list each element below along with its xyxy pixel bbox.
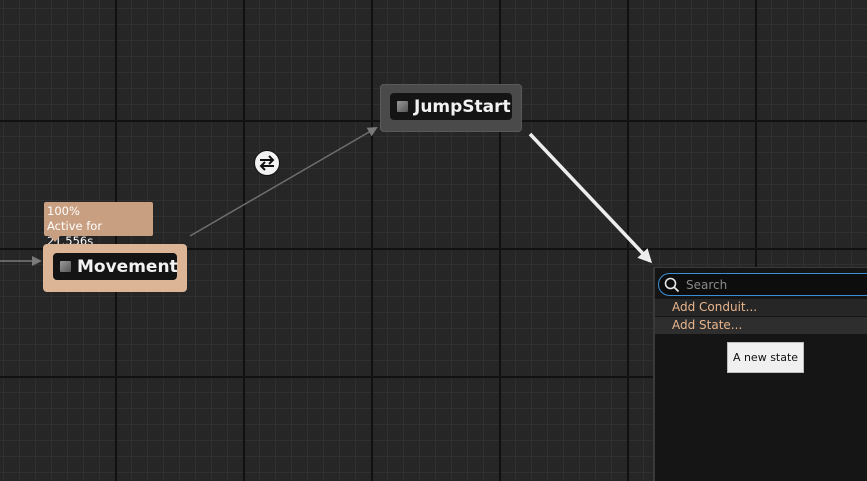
search-icon [664,277,680,293]
state-node-label: Movement [77,256,178,277]
state-node-jumpstart[interactable]: JumpStart [380,84,522,132]
menu-item-tooltip: A new state [727,342,804,373]
state-node-movement[interactable]: Movement [43,244,187,292]
state-node-icon [397,101,408,112]
state-machine-graph[interactable]: JumpStart 100% Active for 21.556s Moveme… [0,0,867,481]
search-box[interactable] [658,273,867,296]
state-node-label: JumpStart [414,96,511,117]
menu-item-add-conduit[interactable]: Add Conduit... [655,299,867,316]
menu-item-add-state[interactable]: Add State... [655,317,867,334]
movement-to-jumpstart-wire[interactable] [189,126,378,237]
state-weight-text: 100% [47,204,80,218]
search-input[interactable] [686,276,866,293]
graph-context-menu: Add Conduit... Add State... A new state [653,267,867,481]
state-node-body: JumpStart [390,93,512,120]
state-node-icon [60,261,71,272]
dragged-transition-wire [528,132,653,264]
state-node-body: Movement [53,253,178,280]
active-state-tooltip: 100% Active for 21.556s [44,202,153,248]
transition-rule-icon[interactable] [254,150,280,176]
